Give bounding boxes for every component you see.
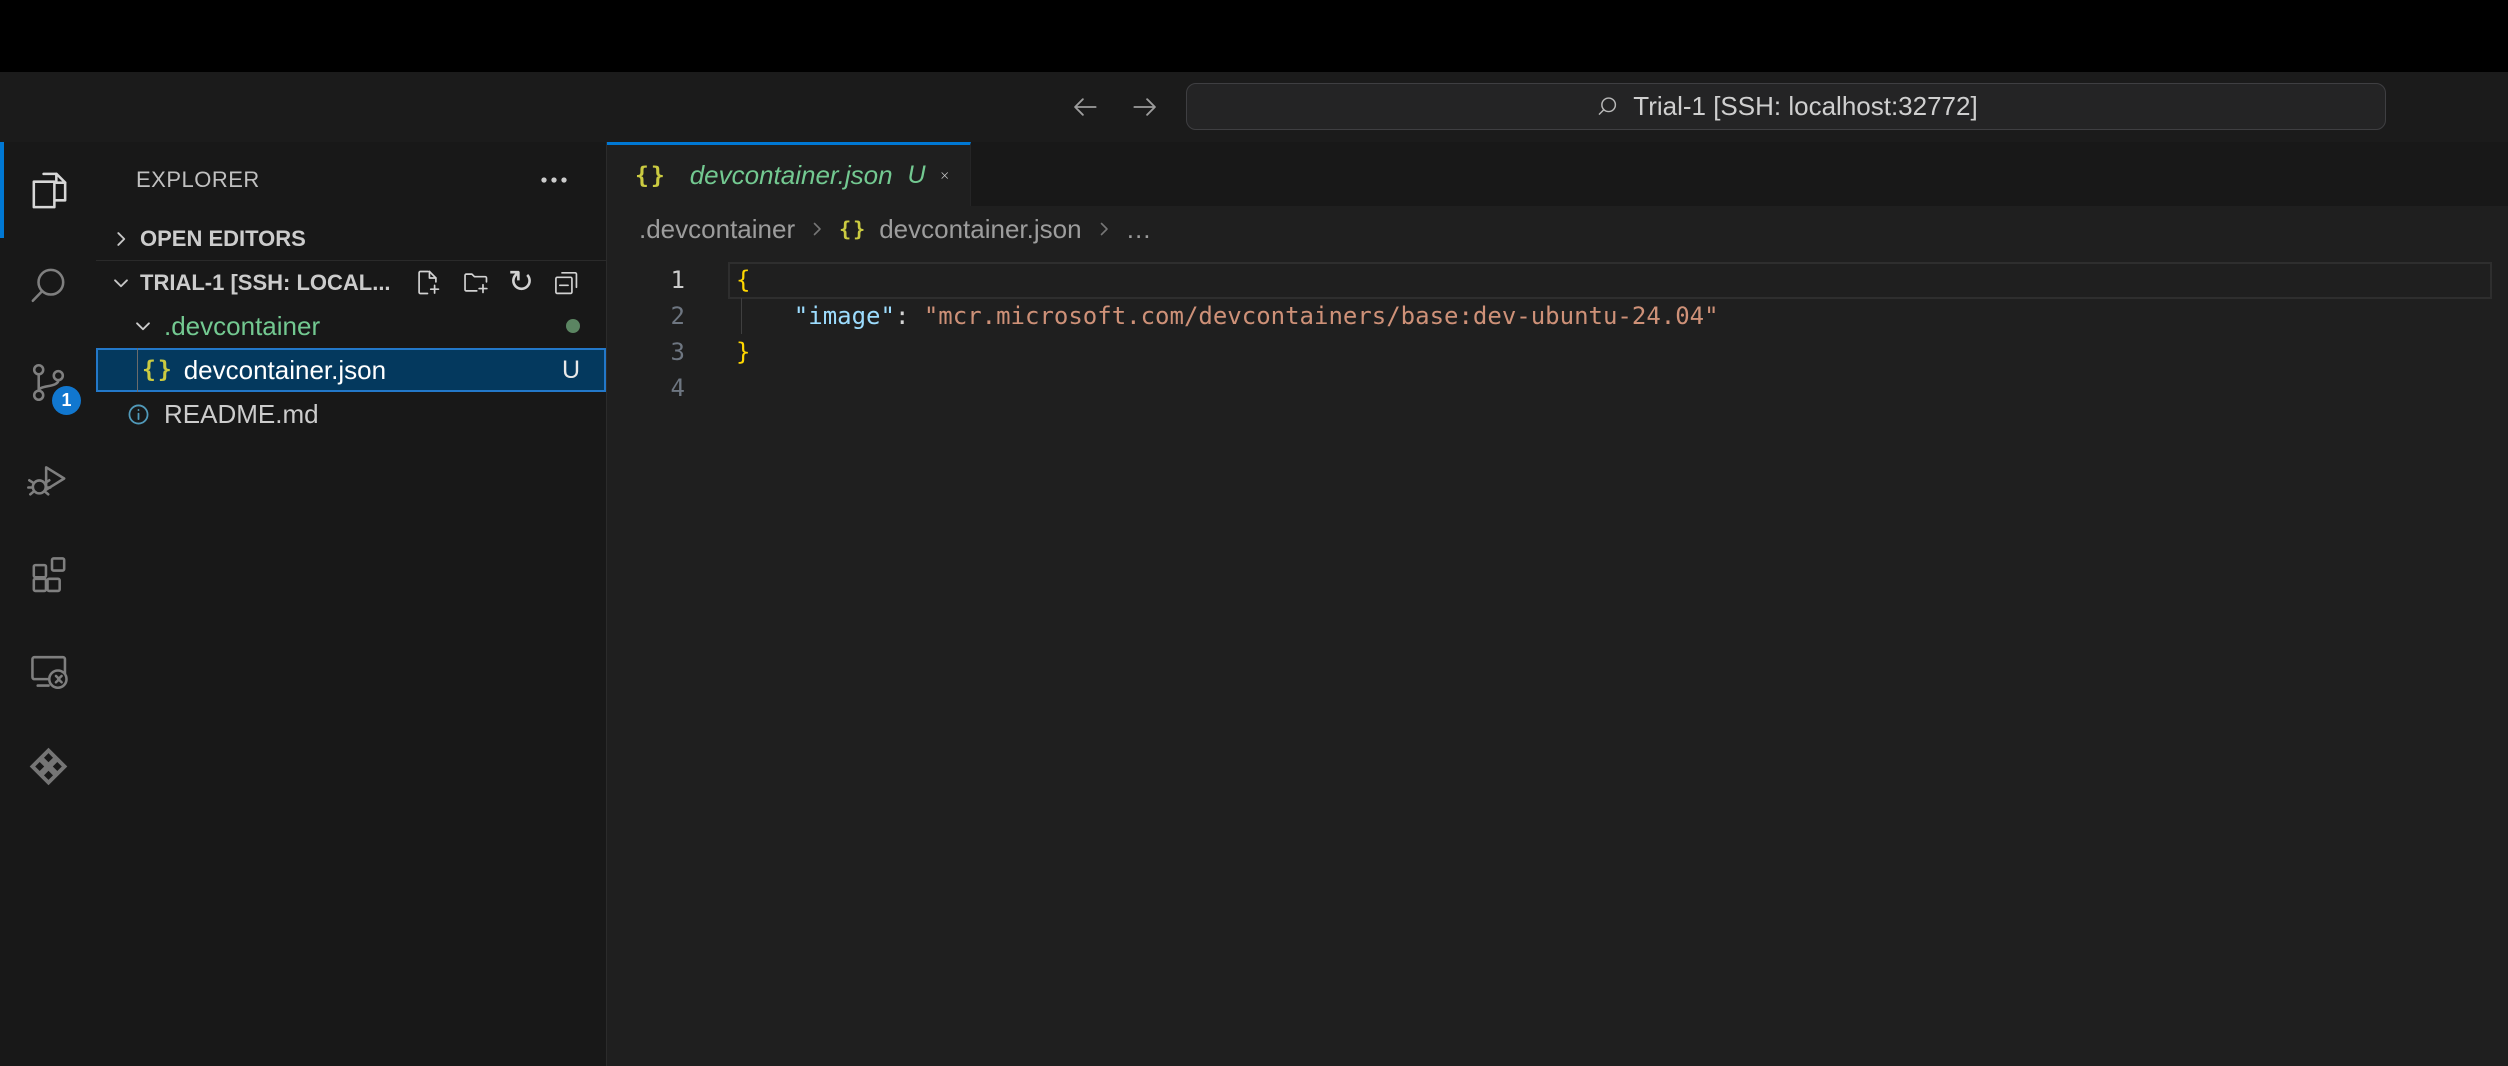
back-icon[interactable] bbox=[1068, 90, 1102, 124]
activity-explorer[interactable] bbox=[0, 142, 96, 238]
chevron-right-icon bbox=[108, 226, 134, 252]
line-number: 2 bbox=[607, 298, 685, 334]
code-text: "image": "mcr.microsoft.com/devcontainer… bbox=[736, 298, 1719, 334]
tree-item-devcontainer-json[interactable]: {} devcontainer.json U bbox=[96, 348, 606, 392]
indent-guide bbox=[741, 298, 742, 334]
chevron-down-icon bbox=[108, 270, 134, 296]
collapse-all-icon[interactable] bbox=[551, 267, 582, 298]
tab-devcontainer-json[interactable]: {} devcontainer.json U bbox=[607, 142, 971, 206]
breadcrumb-symbol[interactable]: … bbox=[1126, 214, 1152, 245]
activity-source-control[interactable]: 1 bbox=[0, 334, 96, 430]
search-icon bbox=[1594, 93, 1621, 120]
json-file-icon: {} bbox=[839, 217, 867, 241]
editor-group: {} devcontainer.json U .devcontainer {} … bbox=[607, 142, 2508, 1066]
title-bar: Trial-1 [SSH: localhost:32772] bbox=[0, 72, 2508, 142]
code-editor[interactable]: 1 { 2 "image": "mcr.microsoft.com/devcon… bbox=[607, 252, 2508, 1066]
refresh-icon[interactable]: ↻ bbox=[508, 267, 534, 298]
tab-git-badge: U bbox=[908, 161, 926, 190]
chevron-right-icon bbox=[1092, 217, 1116, 241]
activity-search[interactable] bbox=[0, 238, 96, 334]
debug-icon bbox=[25, 455, 72, 502]
breadcrumb-folder[interactable]: .devcontainer bbox=[639, 214, 795, 245]
forward-icon[interactable] bbox=[1128, 90, 1162, 124]
command-center[interactable]: Trial-1 [SSH: localhost:32772] bbox=[1186, 83, 2386, 130]
info-icon bbox=[126, 402, 151, 427]
containers-diamond-icon bbox=[25, 743, 72, 790]
folder-label: .devcontainer bbox=[164, 311, 320, 342]
command-center-label: Trial-1 [SSH: localhost:32772] bbox=[1633, 91, 1977, 122]
workspace-section[interactable]: TRIAL-1 [SSH: LOCAL... ↻ bbox=[96, 260, 606, 304]
close-icon[interactable] bbox=[939, 163, 950, 188]
json-file-icon: {} bbox=[142, 357, 174, 383]
tab-label: devcontainer.json bbox=[690, 160, 893, 191]
breadcrumb-file[interactable]: devcontainer.json bbox=[879, 214, 1081, 245]
extensions-icon bbox=[25, 551, 72, 598]
line-number: 1 bbox=[607, 262, 685, 298]
activity-bar: 1 bbox=[0, 142, 96, 1066]
activity-containers[interactable] bbox=[0, 718, 96, 814]
open-editors-section[interactable]: OPEN EDITORS bbox=[96, 218, 606, 260]
remote-explorer-icon bbox=[25, 647, 72, 694]
chevron-down-icon bbox=[130, 313, 156, 339]
source-control-badge: 1 bbox=[52, 386, 81, 415]
tree-indent-guide bbox=[137, 348, 138, 392]
explorer-sidebar: EXPLORER OPEN EDITORS TRIAL-1 [SSH: LOCA… bbox=[96, 142, 607, 1066]
code-line-4: 4 bbox=[607, 370, 2508, 406]
file-label: README.md bbox=[164, 399, 319, 430]
line-number: 4 bbox=[607, 370, 685, 406]
code-text: { bbox=[736, 262, 750, 298]
code-line-1: 1 { bbox=[607, 262, 2508, 298]
files-icon bbox=[25, 167, 72, 214]
code-line-2: 2 "image": "mcr.microsoft.com/devcontain… bbox=[607, 298, 2508, 334]
history-navigation bbox=[1068, 72, 1162, 142]
tree-item-devcontainer-folder[interactable]: .devcontainer bbox=[96, 304, 606, 348]
open-editors-label: OPEN EDITORS bbox=[140, 226, 306, 252]
tab-bar: {} devcontainer.json U bbox=[607, 142, 2508, 206]
file-label: devcontainer.json bbox=[184, 355, 386, 386]
workbench: 1 bbox=[0, 142, 2508, 1066]
activity-run-debug[interactable] bbox=[0, 430, 96, 526]
code-line-3: 3 } bbox=[607, 334, 2508, 370]
git-modified-dot bbox=[566, 319, 580, 333]
git-untracked-badge: U bbox=[562, 356, 580, 385]
new-folder-icon[interactable] bbox=[460, 267, 491, 298]
workspace-label: TRIAL-1 [SSH: LOCAL... bbox=[140, 270, 391, 296]
breadcrumb: .devcontainer {} devcontainer.json … bbox=[607, 206, 2508, 252]
top-strip bbox=[0, 0, 2508, 72]
json-file-icon: {} bbox=[635, 163, 667, 189]
sidebar-header: EXPLORER bbox=[96, 142, 606, 218]
file-tree: .devcontainer {} devcontainer.json U REA… bbox=[96, 304, 606, 436]
tree-item-readme[interactable]: README.md bbox=[96, 392, 606, 436]
chevron-right-icon bbox=[805, 217, 829, 241]
workspace-actions: ↻ bbox=[412, 267, 582, 298]
search-icon bbox=[25, 263, 72, 310]
activity-remote-explorer[interactable] bbox=[0, 622, 96, 718]
new-file-icon[interactable] bbox=[412, 267, 443, 298]
vscode-window: Trial-1 [SSH: localhost:32772] 1 bbox=[0, 0, 2508, 1066]
line-number: 3 bbox=[607, 334, 685, 370]
activity-extensions[interactable] bbox=[0, 526, 96, 622]
code-text: } bbox=[736, 334, 750, 370]
sidebar-title: EXPLORER bbox=[136, 167, 260, 193]
more-actions-icon[interactable] bbox=[538, 164, 570, 196]
